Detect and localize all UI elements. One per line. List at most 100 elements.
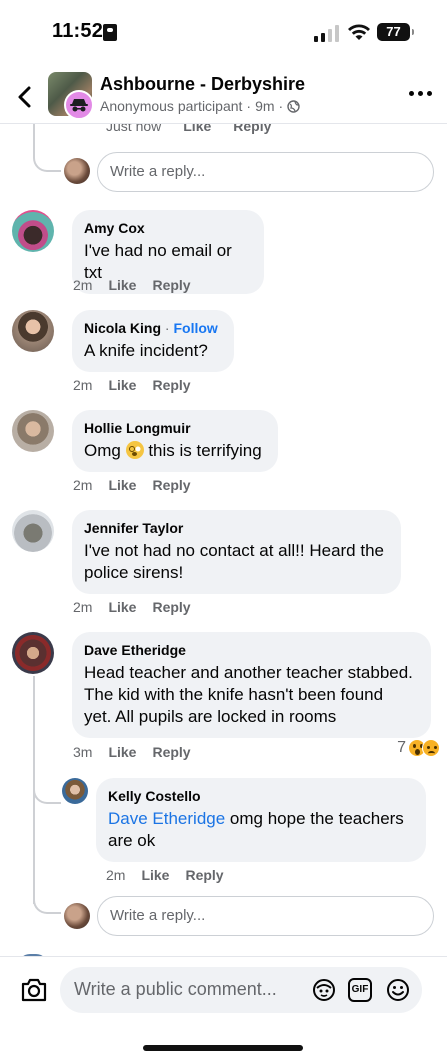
comment-time: 2m bbox=[73, 377, 93, 393]
comment-bubble: Hollie Longmuir Omg this is terrifying bbox=[72, 410, 278, 472]
avatar[interactable] bbox=[12, 410, 54, 452]
comment-actions: 3m Like Reply bbox=[73, 744, 191, 760]
comment: Dave Etheridge Head teacher and another … bbox=[12, 632, 442, 772]
comment-time: 2m bbox=[73, 477, 93, 493]
like-button[interactable]: Like bbox=[108, 277, 136, 293]
gif-icon[interactable]: GIF bbox=[348, 978, 372, 1002]
comment-time: 2m bbox=[73, 277, 93, 293]
comment-time: 3m bbox=[73, 744, 93, 760]
reply-button[interactable]: Reply bbox=[152, 599, 190, 615]
reply-button[interactable]: Reply bbox=[152, 744, 190, 760]
comment-bubble: Nicola King · Follow A knife incident? bbox=[72, 310, 234, 372]
back-arrow-icon[interactable] bbox=[12, 84, 38, 110]
comment-bubble: Dave Etheridge Head teacher and another … bbox=[72, 632, 431, 738]
avatar-sticker-icon[interactable] bbox=[312, 978, 336, 1002]
like-button[interactable]: Like bbox=[108, 744, 136, 760]
comment-composer-bar: Write a public comment... GIF bbox=[0, 956, 447, 1058]
like-button[interactable]: Like bbox=[141, 867, 169, 883]
anonymous-participant-icon bbox=[64, 90, 94, 120]
comment-text: A knife incident? bbox=[84, 341, 208, 360]
public-comment-input[interactable]: Write a public comment... GIF bbox=[60, 967, 422, 1013]
comment-text: Omg this is terrifying bbox=[84, 440, 266, 462]
current-user-avatar bbox=[64, 158, 90, 184]
post-author: Anonymous participant bbox=[100, 98, 243, 114]
comment-author[interactable]: Jennifer Taylor bbox=[84, 519, 389, 537]
comment-text-line: are ok bbox=[108, 831, 156, 850]
comment-text: I've not had no contact at all!! Heard t… bbox=[84, 540, 389, 584]
post-header: Ashbourne - Derbyshire Anonymous partici… bbox=[0, 64, 447, 124]
current-user-avatar bbox=[64, 903, 90, 929]
comment-text-line: police sirens! bbox=[84, 563, 184, 582]
flushed-face-emoji-icon bbox=[125, 441, 144, 459]
like-button[interactable]: Like bbox=[183, 124, 211, 134]
comment-text-line: Dave Etheridge omg hope the teachers bbox=[108, 808, 414, 830]
comment-actions: 2m Like Reply bbox=[73, 377, 191, 393]
reply-button[interactable]: Reply bbox=[152, 277, 190, 293]
avatar[interactable] bbox=[12, 210, 54, 252]
status-time: 11:52 bbox=[52, 20, 104, 42]
emoji-icon[interactable] bbox=[386, 978, 410, 1002]
previous-comment-time: Just now bbox=[106, 124, 162, 134]
focus-mode-icon bbox=[103, 24, 117, 41]
avatar[interactable] bbox=[12, 510, 54, 552]
group-name[interactable]: Ashbourne - Derbyshire bbox=[100, 74, 305, 95]
privacy-globe-icon bbox=[287, 99, 300, 113]
follow-button[interactable]: Follow bbox=[173, 320, 217, 336]
comment-text-part: this is terrifying bbox=[148, 441, 262, 460]
comment-author[interactable]: Hollie Longmuir bbox=[84, 419, 266, 437]
reply-input[interactable]: Write a reply... bbox=[97, 896, 434, 936]
comment-text: Dave Etheridge omg hope the teachers are… bbox=[108, 808, 414, 852]
comment-author[interactable]: Kelly Costello bbox=[108, 787, 414, 805]
more-options-icon[interactable] bbox=[409, 88, 433, 98]
like-button[interactable]: Like bbox=[108, 599, 136, 615]
cellular-signal-icon bbox=[314, 24, 340, 42]
comment-bubble: Jennifer Taylor I've not had no contact … bbox=[72, 510, 401, 594]
comments-feed: Just now Like Reply Write a reply... Amy… bbox=[0, 124, 447, 956]
comment-text-part: Omg bbox=[84, 441, 121, 460]
camera-icon[interactable] bbox=[20, 977, 48, 1003]
home-indicator bbox=[143, 1045, 303, 1051]
comment: Amy Cox I've had no email or txt 2m Like… bbox=[12, 210, 442, 300]
sad-reaction-icon bbox=[422, 739, 440, 757]
comment-author[interactable]: Dave Etheridge bbox=[84, 641, 419, 659]
comment-author-row: Nicola King · Follow bbox=[84, 319, 222, 337]
reaction-summary[interactable]: 7 bbox=[397, 739, 440, 757]
comment-text: Head teacher and another teacher stabbed… bbox=[84, 662, 419, 728]
mention-link[interactable]: Dave Etheridge bbox=[108, 809, 225, 828]
like-button[interactable]: Like bbox=[108, 477, 136, 493]
comment-text-part: omg hope the teachers bbox=[225, 809, 404, 828]
reply-button[interactable]: Reply bbox=[185, 867, 223, 883]
comment-text-line: I've not had no contact at all!! Heard t… bbox=[84, 541, 384, 560]
reaction-count: 7 bbox=[397, 739, 406, 756]
comment-author[interactable]: Amy Cox bbox=[84, 219, 252, 237]
comment-text-line: Head teacher and another teacher stabbed… bbox=[84, 663, 413, 682]
comment-actions: 2m Like Reply bbox=[73, 277, 191, 293]
comment-time: 2m bbox=[106, 867, 126, 883]
status-bar: 11:52 77 bbox=[0, 0, 447, 64]
thread-connector bbox=[33, 892, 61, 914]
comment-text-line: The kid with the knife hasn't been found bbox=[84, 685, 384, 704]
battery-icon: 77 bbox=[377, 23, 414, 41]
meta-separator: · bbox=[278, 98, 284, 114]
comment-bubble: Kelly Costello Dave Etheridge omg hope t… bbox=[96, 778, 426, 862]
comment-text-line: yet. All pupils are locked in rooms bbox=[84, 707, 337, 726]
comment-time: 2m bbox=[73, 599, 93, 615]
like-button[interactable]: Like bbox=[108, 377, 136, 393]
avatar[interactable] bbox=[62, 778, 88, 804]
follow-separator: · bbox=[164, 320, 170, 336]
avatar[interactable] bbox=[12, 310, 54, 352]
thread-connector bbox=[33, 150, 61, 172]
avatar[interactable] bbox=[12, 632, 54, 674]
comment-actions: 2m Like Reply bbox=[73, 599, 191, 615]
post-time: 9m bbox=[255, 98, 275, 114]
previous-comment-actions: Just now Like Reply bbox=[106, 124, 271, 134]
reply-input[interactable]: Write a reply... bbox=[97, 152, 434, 192]
meta-separator: · bbox=[246, 98, 252, 114]
comment-author[interactable]: Nicola King bbox=[84, 320, 161, 336]
comment-actions: 2m Like Reply bbox=[106, 867, 224, 883]
reply-button[interactable]: Reply bbox=[152, 477, 190, 493]
wifi-icon bbox=[348, 24, 370, 40]
post-meta: Anonymous participant · 9m · bbox=[100, 98, 300, 114]
reply-button[interactable]: Reply bbox=[233, 124, 271, 134]
reply-button[interactable]: Reply bbox=[152, 377, 190, 393]
